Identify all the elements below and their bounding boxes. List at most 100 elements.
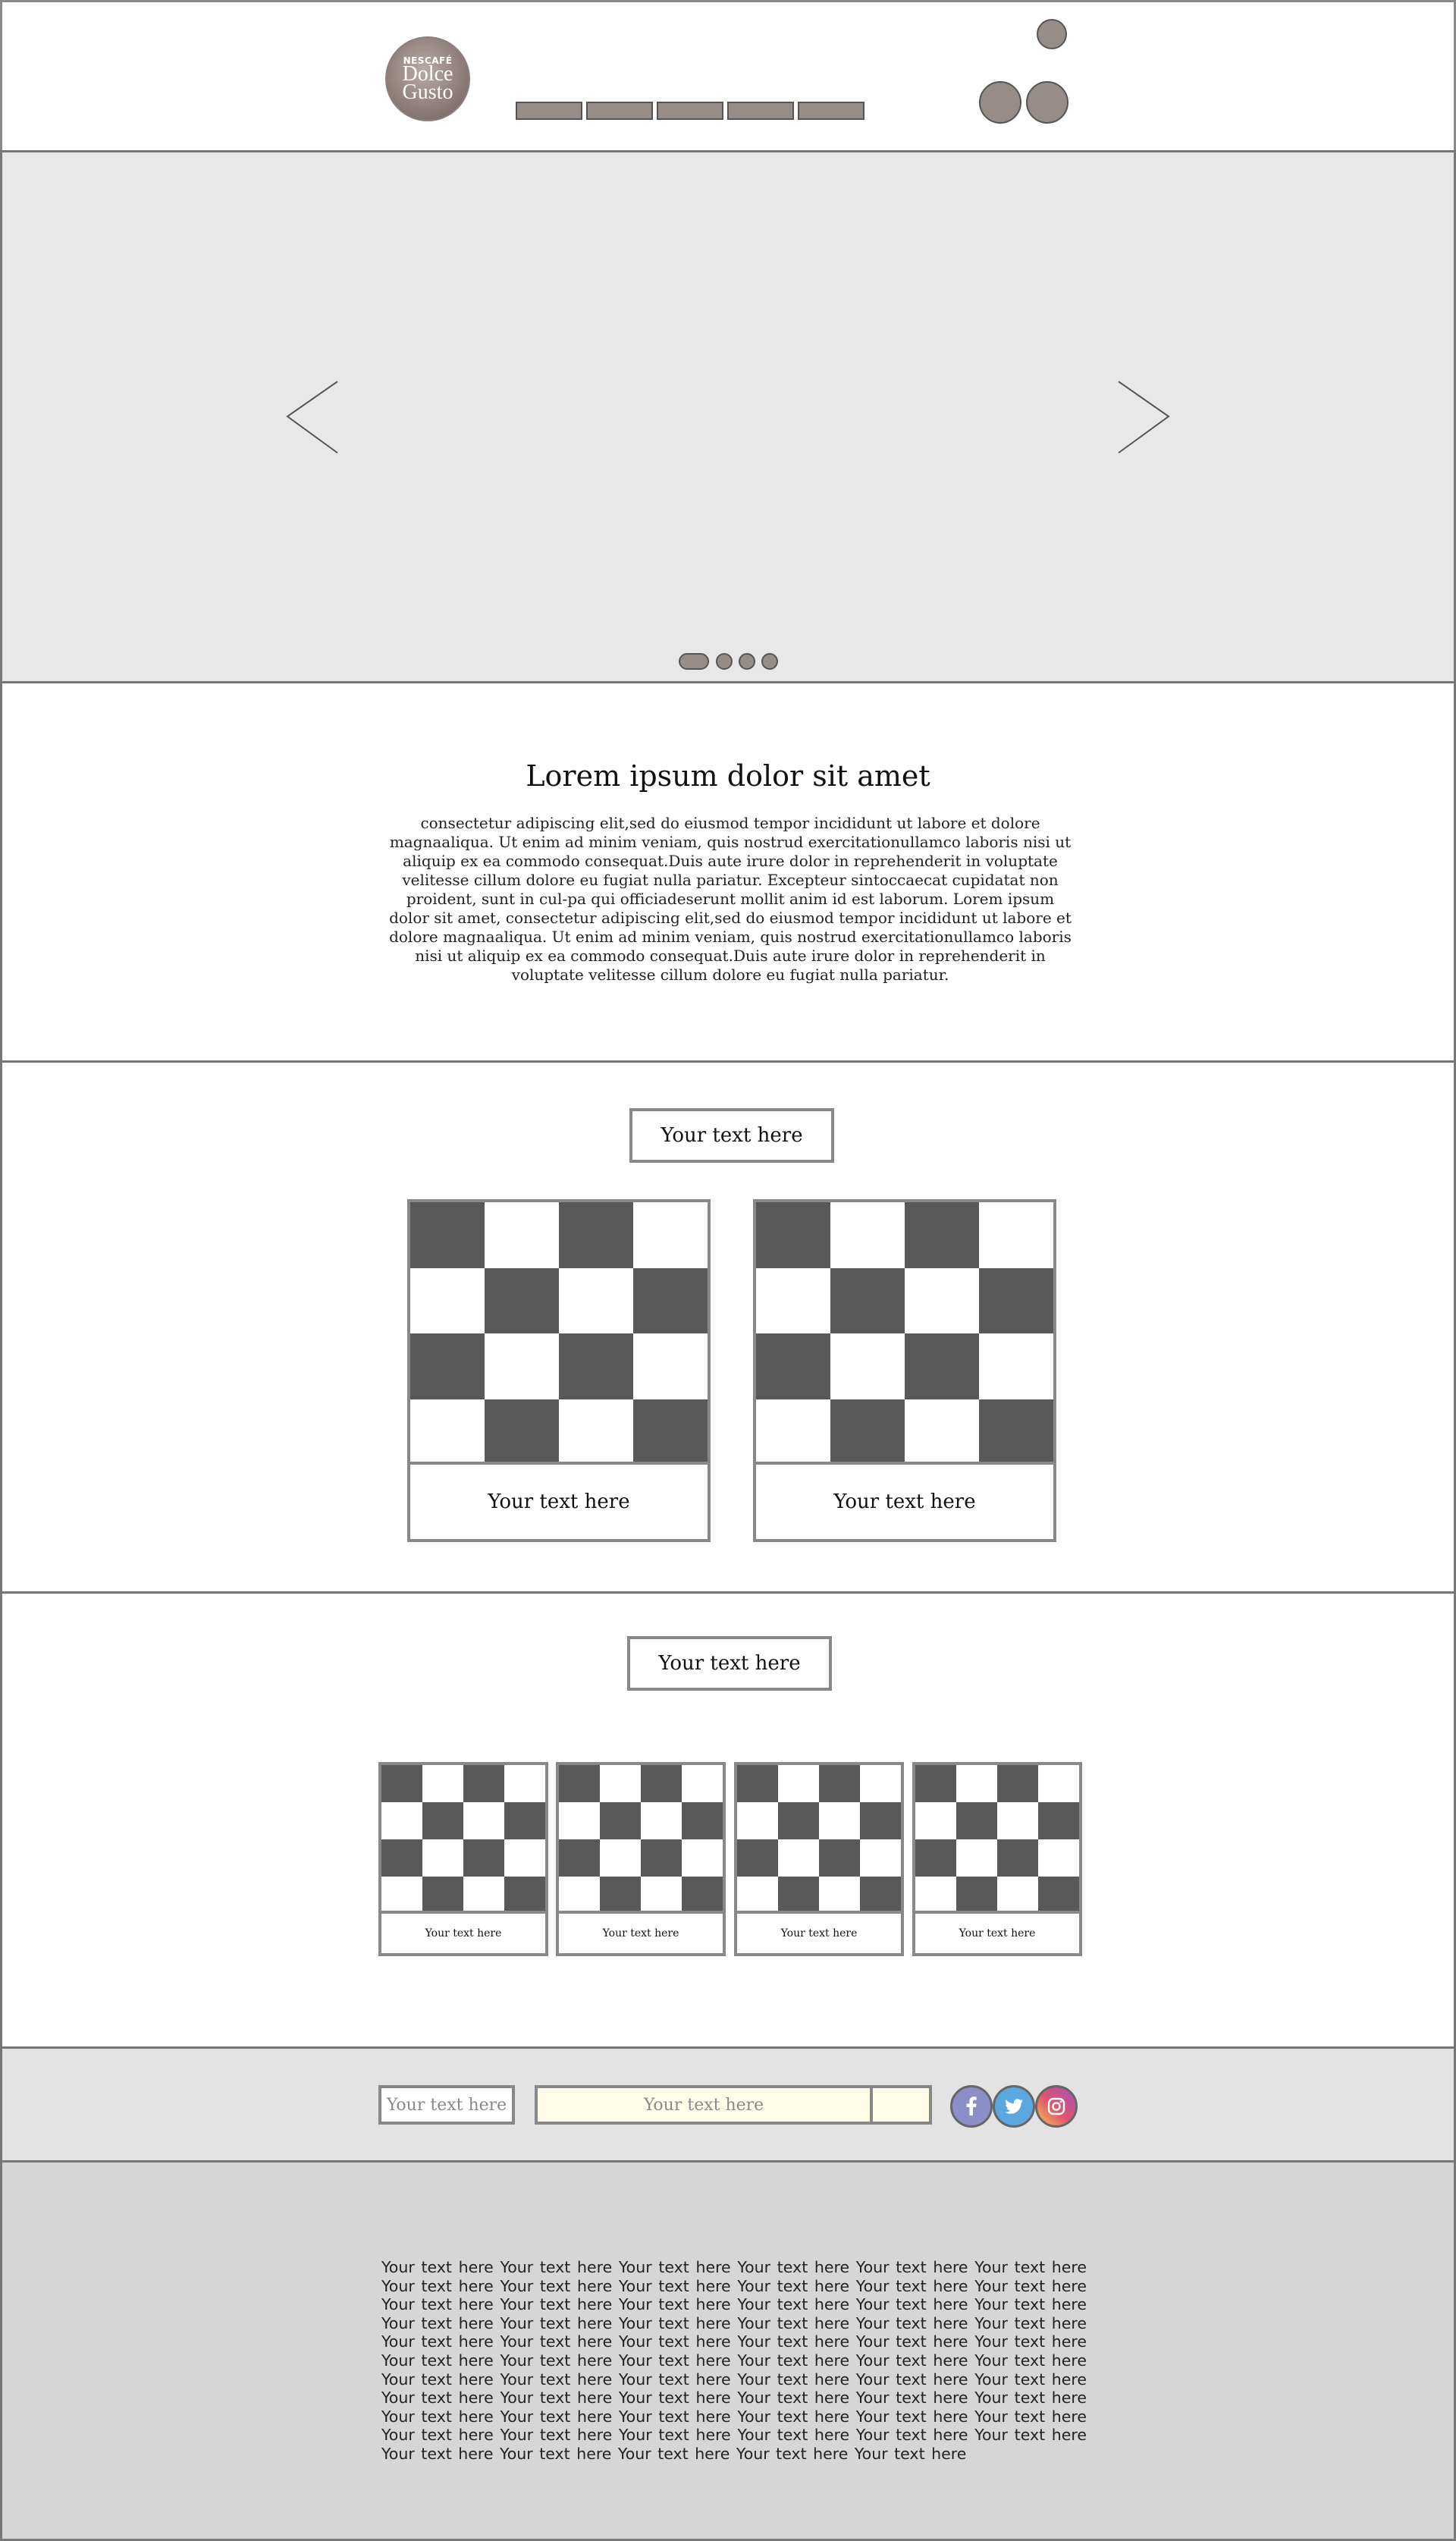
image-placeholder-cell — [641, 1765, 682, 1802]
image-placeholder-cell — [410, 1333, 485, 1399]
image-placeholder-cell — [830, 1399, 905, 1465]
image-placeholder-cell — [600, 1765, 641, 1802]
image-placeholder-cell — [463, 1877, 504, 1914]
nav-item-3[interactable] — [657, 102, 723, 120]
image-placeholder-cell — [778, 1839, 819, 1877]
product-card[interactable]: Your text here — [378, 1762, 548, 1956]
image-placeholder-cell — [956, 1839, 997, 1877]
image-placeholder-cell — [1038, 1802, 1079, 1839]
image-placeholder-cell — [641, 1802, 682, 1839]
image-placeholder-cell — [979, 1399, 1053, 1465]
image-placeholder-cell — [997, 1802, 1038, 1839]
image-placeholder-cell — [410, 1399, 485, 1465]
instagram-icon[interactable] — [1035, 2085, 1078, 2128]
intro-title: Lorem ipsum dolor sit amet — [526, 759, 930, 793]
carousel-dot-2[interactable] — [716, 653, 733, 670]
image-placeholder-cell — [682, 1765, 723, 1802]
image-placeholder-cell — [504, 1802, 545, 1839]
cart-icon[interactable] — [1026, 81, 1068, 124]
image-placeholder-cell — [997, 1839, 1038, 1877]
image-placeholder-cell — [737, 1802, 778, 1839]
image-placeholder-cell — [905, 1333, 979, 1399]
featured-card[interactable]: Your text here — [407, 1199, 711, 1542]
image-placeholder-cell — [915, 1802, 956, 1839]
image-placeholder-cell — [559, 1802, 600, 1839]
newsletter-bar: Your text here Your text here — [0, 2046, 1456, 2162]
email-input[interactable]: Your text here — [535, 2085, 873, 2125]
carousel-dot-4[interactable] — [761, 653, 778, 670]
intro-section: Lorem ipsum dolor sit amet consectetur a… — [0, 681, 1456, 1062]
image-placeholder-cell — [819, 1877, 860, 1914]
image-placeholder-cell — [633, 1333, 708, 1399]
image-placeholder-cell — [979, 1333, 1053, 1399]
image-placeholder-cell — [633, 1399, 708, 1465]
image-placeholder-cell — [997, 1877, 1038, 1914]
image-placeholder-cell — [422, 1839, 463, 1877]
product-card[interactable]: Your text here — [734, 1762, 904, 1956]
image-placeholder-cell — [778, 1802, 819, 1839]
product-card-label: Your text here — [915, 1911, 1079, 1953]
image-placeholder-cell — [463, 1839, 504, 1877]
product-card-image — [381, 1765, 545, 1914]
carousel-dot-3[interactable] — [739, 653, 755, 670]
nav-item-1[interactable] — [516, 102, 582, 120]
image-placeholder-cell — [422, 1877, 463, 1914]
product-card-image — [559, 1765, 723, 1914]
image-placeholder-cell — [682, 1877, 723, 1914]
image-placeholder-cell — [956, 1765, 997, 1802]
image-placeholder-cell — [633, 1267, 708, 1333]
subscribe-button[interactable] — [870, 2085, 932, 2125]
product-card-label: Your text here — [559, 1911, 723, 1953]
image-placeholder-cell — [830, 1333, 905, 1399]
nav-item-2[interactable] — [586, 102, 653, 120]
image-placeholder-cell — [641, 1877, 682, 1914]
image-placeholder-cell — [1038, 1765, 1079, 1802]
image-placeholder-cell — [956, 1877, 997, 1914]
nav-item-4[interactable] — [727, 102, 794, 120]
image-placeholder-cell — [915, 1765, 956, 1802]
facebook-icon[interactable] — [950, 2085, 993, 2128]
image-placeholder-cell — [410, 1267, 485, 1333]
twitter-icon[interactable] — [993, 2085, 1035, 2128]
image-placeholder-cell — [381, 1839, 422, 1877]
featured-card-label: Your text here — [756, 1462, 1053, 1539]
image-placeholder-cell — [485, 1399, 559, 1465]
search-icon[interactable] — [979, 81, 1021, 124]
image-placeholder-cell — [915, 1877, 956, 1914]
image-placeholder-cell — [737, 1765, 778, 1802]
nav-item-5[interactable] — [798, 102, 864, 120]
image-placeholder-cell — [559, 1202, 633, 1268]
image-placeholder-cell — [463, 1765, 504, 1802]
image-placeholder-cell — [485, 1267, 559, 1333]
image-placeholder-cell — [860, 1839, 901, 1877]
image-placeholder-cell — [819, 1802, 860, 1839]
image-placeholder-cell — [819, 1765, 860, 1802]
featured-card-label: Your text here — [410, 1462, 708, 1539]
image-placeholder-cell — [979, 1267, 1053, 1333]
image-placeholder-cell — [485, 1202, 559, 1268]
image-placeholder-cell — [600, 1802, 641, 1839]
image-placeholder-cell — [756, 1333, 830, 1399]
image-placeholder-cell — [1038, 1877, 1079, 1914]
image-placeholder-cell — [504, 1877, 545, 1914]
image-placeholder-cell — [860, 1765, 901, 1802]
image-placeholder-cell — [778, 1765, 819, 1802]
product-card[interactable]: Your text here — [912, 1762, 1082, 1956]
product-card[interactable]: Your text here — [556, 1762, 726, 1956]
account-icon[interactable] — [1037, 19, 1067, 49]
image-placeholder-cell — [860, 1802, 901, 1839]
image-placeholder-cell — [778, 1877, 819, 1914]
featured-card[interactable]: Your text here — [753, 1199, 1056, 1542]
brand-logo[interactable]: NESCAFÉ Dolce Gusto — [385, 36, 470, 121]
image-placeholder-cell — [559, 1839, 600, 1877]
featured-card-image — [756, 1202, 1053, 1465]
image-placeholder-cell — [830, 1202, 905, 1268]
image-placeholder-cell — [997, 1765, 1038, 1802]
image-placeholder-cell — [422, 1765, 463, 1802]
image-placeholder-cell — [559, 1765, 600, 1802]
image-placeholder-cell — [559, 1399, 633, 1465]
image-placeholder-cell — [1038, 1839, 1079, 1877]
carousel-dot-1[interactable] — [679, 653, 709, 670]
image-placeholder-cell — [830, 1267, 905, 1333]
image-placeholder-cell — [682, 1839, 723, 1877]
